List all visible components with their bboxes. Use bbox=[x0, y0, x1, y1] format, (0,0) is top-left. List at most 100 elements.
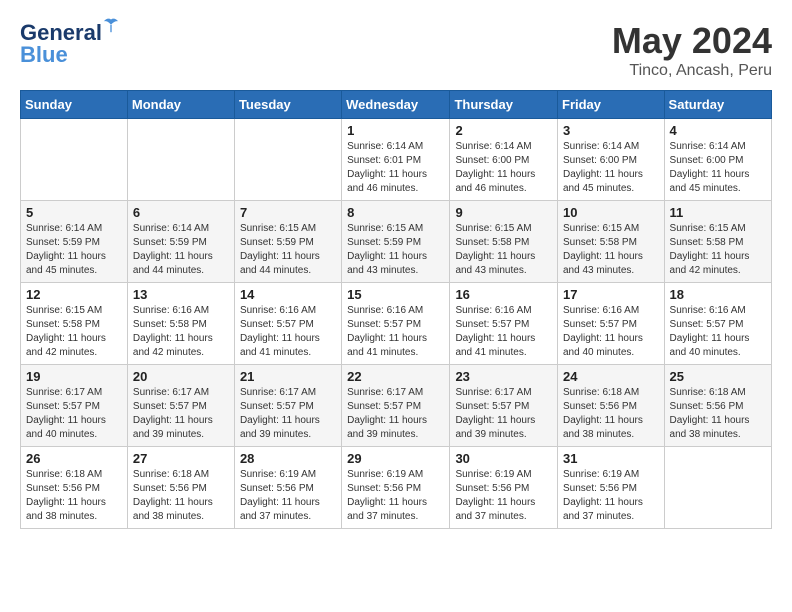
day-info: Sunrise: 6:15 AMSunset: 5:59 PMDaylight:… bbox=[240, 222, 336, 278]
calendar-cell: 4Sunrise: 6:14 AMSunset: 6:00 PMDaylight… bbox=[664, 119, 771, 201]
calendar-cell: 20 Sunrise: 6:17 AMSunset: 5:57 PMDayligh… bbox=[127, 365, 234, 447]
day-info: Sunrise: 6:15 AMSunset: 5:58 PMDaylight:… bbox=[670, 222, 766, 278]
day-info: Sunrise: 6:14 AMSunset: 6:01 PMDaylight:… bbox=[347, 140, 444, 196]
day-number: 11 bbox=[670, 205, 766, 220]
day-info: Sunrise: 6:16 AMSunset: 5:57 PMDaylight:… bbox=[563, 304, 659, 360]
day-info: Sunrise: 6:19 AMSunset: 5:56 PMDaylight:… bbox=[347, 468, 444, 524]
calendar-week-row: 1Sunrise: 6:14 AMSunset: 6:01 PMDaylight… bbox=[21, 119, 772, 201]
calendar-week-row: 19 Sunrise: 6:17 AMSunset: 5:57 PMDayligh… bbox=[21, 365, 772, 447]
calendar-cell: 19 Sunrise: 6:17 AMSunset: 5:57 PMDayligh… bbox=[21, 365, 128, 447]
calendar-cell: 29 Sunrise: 6:19 AMSunset: 5:56 PMDayligh… bbox=[342, 447, 450, 529]
day-info: Sunrise: 6:18 AMSunset: 5:56 PMDaylight:… bbox=[670, 386, 766, 442]
calendar-cell: 12Sunrise: 6:15 AMSunset: 5:58 PMDayligh… bbox=[21, 283, 128, 365]
day-info: Sunrise: 6:15 AMSunset: 5:59 PMDaylight:… bbox=[347, 222, 444, 278]
day-info: Sunrise: 6:15 AMSunset: 5:58 PMDaylight:… bbox=[26, 304, 122, 360]
calendar-cell: 22 Sunrise: 6:17 AMSunset: 5:57 PMDayligh… bbox=[342, 365, 450, 447]
weekday-header-row: SundayMondayTuesdayWednesdayThursdayFrid… bbox=[21, 91, 772, 119]
day-number: 9 bbox=[455, 205, 552, 220]
day-info: Sunrise: 6:19 AMSunset: 5:56 PMDaylight:… bbox=[563, 468, 659, 524]
calendar-cell bbox=[664, 447, 771, 529]
calendar-cell bbox=[21, 119, 128, 201]
calendar-cell: 27 Sunrise: 6:18 AMSunset: 5:56 PMDayligh… bbox=[127, 447, 234, 529]
calendar-cell: 13Sunrise: 6:16 AMSunset: 5:58 PMDayligh… bbox=[127, 283, 234, 365]
weekday-header-tuesday: Tuesday bbox=[234, 91, 341, 119]
day-number: 28 bbox=[240, 451, 336, 466]
calendar-cell: 5 Sunrise: 6:14 AMSunset: 5:59 PMDaylight… bbox=[21, 201, 128, 283]
day-info: Sunrise: 6:17 AMSunset: 5:57 PMDaylight:… bbox=[240, 386, 336, 442]
calendar-cell bbox=[234, 119, 341, 201]
calendar-cell: 7 Sunrise: 6:15 AMSunset: 5:59 PMDaylight… bbox=[234, 201, 341, 283]
day-info: Sunrise: 6:17 AMSunset: 5:57 PMDaylight:… bbox=[455, 386, 552, 442]
day-number: 6 bbox=[133, 205, 229, 220]
calendar-cell: 14 Sunrise: 6:16 AMSunset: 5:57 PMDayligh… bbox=[234, 283, 341, 365]
day-number: 26 bbox=[26, 451, 122, 466]
day-number: 5 bbox=[26, 205, 122, 220]
day-info: Sunrise: 6:18 AMSunset: 5:56 PMDaylight:… bbox=[563, 386, 659, 442]
calendar-cell: 17 Sunrise: 6:16 AMSunset: 5:57 PMDayligh… bbox=[558, 283, 665, 365]
day-info: Sunrise: 6:18 AMSunset: 5:56 PMDaylight:… bbox=[133, 468, 229, 524]
day-info: Sunrise: 6:17 AMSunset: 5:57 PMDaylight:… bbox=[347, 386, 444, 442]
weekday-header-thursday: Thursday bbox=[450, 91, 558, 119]
calendar-cell: 2Sunrise: 6:14 AMSunset: 6:00 PMDaylight… bbox=[450, 119, 558, 201]
day-info: Sunrise: 6:17 AMSunset: 5:57 PMDaylight:… bbox=[26, 386, 122, 442]
calendar-cell: 24 Sunrise: 6:18 AMSunset: 5:56 PMDayligh… bbox=[558, 365, 665, 447]
title-area: May 2024 Tinco, Ancash, Peru bbox=[612, 20, 772, 80]
month-title: May 2024 bbox=[612, 20, 772, 62]
day-number: 18 bbox=[670, 287, 766, 302]
day-info: Sunrise: 6:17 AMSunset: 5:57 PMDaylight:… bbox=[133, 386, 229, 442]
day-info: Sunrise: 6:15 AMSunset: 5:58 PMDaylight:… bbox=[455, 222, 552, 278]
day-number: 14 bbox=[240, 287, 336, 302]
calendar-cell: 1Sunrise: 6:14 AMSunset: 6:01 PMDaylight… bbox=[342, 119, 450, 201]
day-info: Sunrise: 6:15 AMSunset: 5:58 PMDaylight:… bbox=[563, 222, 659, 278]
day-info: Sunrise: 6:16 AMSunset: 5:58 PMDaylight:… bbox=[133, 304, 229, 360]
weekday-header-friday: Friday bbox=[558, 91, 665, 119]
day-number: 7 bbox=[240, 205, 336, 220]
calendar-cell: 30 Sunrise: 6:19 AMSunset: 5:56 PMDayligh… bbox=[450, 447, 558, 529]
day-info: Sunrise: 6:16 AMSunset: 5:57 PMDaylight:… bbox=[347, 304, 444, 360]
day-number: 31 bbox=[563, 451, 659, 466]
calendar-cell: 8 Sunrise: 6:15 AMSunset: 5:59 PMDaylight… bbox=[342, 201, 450, 283]
day-number: 24 bbox=[563, 369, 659, 384]
calendar-cell: 15 Sunrise: 6:16 AMSunset: 5:57 PMDayligh… bbox=[342, 283, 450, 365]
day-info: Sunrise: 6:19 AMSunset: 5:56 PMDaylight:… bbox=[455, 468, 552, 524]
day-info: Sunrise: 6:16 AMSunset: 5:57 PMDaylight:… bbox=[670, 304, 766, 360]
day-info: Sunrise: 6:19 AMSunset: 5:56 PMDaylight:… bbox=[240, 468, 336, 524]
calendar-cell: 23Sunrise: 6:17 AMSunset: 5:57 PMDayligh… bbox=[450, 365, 558, 447]
day-info: Sunrise: 6:14 AMSunset: 5:59 PMDaylight:… bbox=[26, 222, 122, 278]
calendar-cell: 25 Sunrise: 6:18 AMSunset: 5:56 PMDayligh… bbox=[664, 365, 771, 447]
weekday-header-monday: Monday bbox=[127, 91, 234, 119]
day-number: 19 bbox=[26, 369, 122, 384]
calendar-cell: 18 Sunrise: 6:16 AMSunset: 5:57 PMDayligh… bbox=[664, 283, 771, 365]
day-info: Sunrise: 6:14 AMSunset: 6:00 PMDaylight:… bbox=[563, 140, 659, 196]
day-number: 17 bbox=[563, 287, 659, 302]
day-number: 3 bbox=[563, 123, 659, 138]
calendar-cell: 3 Sunrise: 6:14 AMSunset: 6:00 PMDaylight… bbox=[558, 119, 665, 201]
calendar-cell: 10 Sunrise: 6:15 AMSunset: 5:58 PMDayligh… bbox=[558, 201, 665, 283]
calendar-week-row: 5 Sunrise: 6:14 AMSunset: 5:59 PMDaylight… bbox=[21, 201, 772, 283]
day-number: 8 bbox=[347, 205, 444, 220]
calendar-cell: 6 Sunrise: 6:14 AMSunset: 5:59 PMDaylight… bbox=[127, 201, 234, 283]
day-number: 29 bbox=[347, 451, 444, 466]
day-number: 25 bbox=[670, 369, 766, 384]
calendar-cell: 31 Sunrise: 6:19 AMSunset: 5:56 PMDayligh… bbox=[558, 447, 665, 529]
day-number: 22 bbox=[347, 369, 444, 384]
day-number: 15 bbox=[347, 287, 444, 302]
day-info: Sunrise: 6:18 AMSunset: 5:56 PMDaylight:… bbox=[26, 468, 122, 524]
day-number: 20 bbox=[133, 369, 229, 384]
logo-bird-icon bbox=[102, 16, 120, 34]
calendar-cell: 16Sunrise: 6:16 AMSunset: 5:57 PMDayligh… bbox=[450, 283, 558, 365]
calendar-cell: 9 Sunrise: 6:15 AMSunset: 5:58 PMDaylight… bbox=[450, 201, 558, 283]
day-info: Sunrise: 6:14 AMSunset: 5:59 PMDaylight:… bbox=[133, 222, 229, 278]
calendar-cell: 21 Sunrise: 6:17 AMSunset: 5:57 PMDayligh… bbox=[234, 365, 341, 447]
day-info: Sunrise: 6:16 AMSunset: 5:57 PMDaylight:… bbox=[240, 304, 336, 360]
day-number: 30 bbox=[455, 451, 552, 466]
day-info: Sunrise: 6:16 AMSunset: 5:57 PMDaylight:… bbox=[455, 304, 552, 360]
day-number: 4 bbox=[670, 123, 766, 138]
weekday-header-wednesday: Wednesday bbox=[342, 91, 450, 119]
day-number: 21 bbox=[240, 369, 336, 384]
logo-general: General bbox=[20, 20, 102, 45]
day-number: 10 bbox=[563, 205, 659, 220]
day-info: Sunrise: 6:14 AMSunset: 6:00 PMDaylight:… bbox=[455, 140, 552, 196]
calendar-cell bbox=[127, 119, 234, 201]
day-number: 27 bbox=[133, 451, 229, 466]
